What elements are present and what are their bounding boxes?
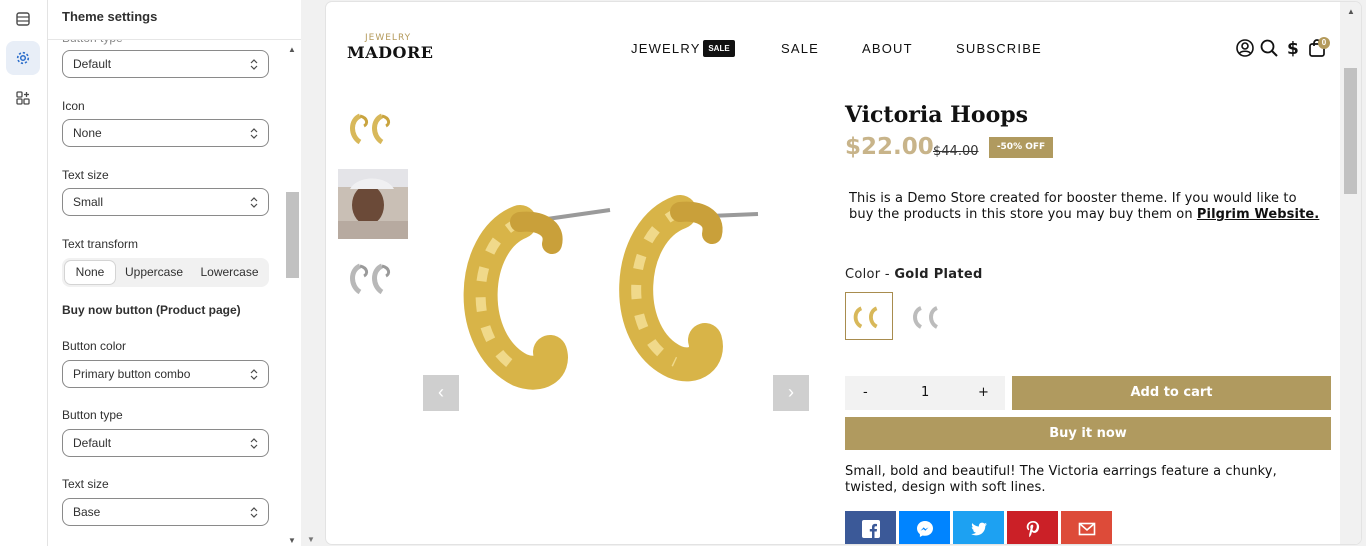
divider-gap: ▼	[301, 0, 326, 546]
select-value: Primary button combo	[73, 367, 191, 381]
panel-scrollbar[interactable]: ▲ ▼	[282, 40, 301, 546]
share-email-button[interactable]	[1061, 511, 1112, 544]
scroll-up-arrow-icon[interactable]: ▲	[288, 45, 296, 54]
messenger-icon	[916, 521, 933, 537]
pinterest-icon	[1026, 521, 1039, 538]
color-separator: -	[880, 267, 895, 282]
text-transform-lowercase[interactable]: Lowercase	[193, 261, 266, 284]
logo-subtitle: JEWELRY	[365, 33, 412, 43]
select-value: Base	[73, 505, 101, 519]
product-title: Victoria Hoops	[845, 102, 1029, 128]
text-transform-none[interactable]: None	[65, 261, 115, 284]
preview-scrollbar[interactable]: ▲	[1340, 2, 1361, 544]
selected-color-value: Gold Plated	[894, 267, 983, 282]
scroll-up-arrow-icon[interactable]: ▲	[1347, 7, 1355, 16]
sale-badge: SALE	[703, 40, 735, 57]
button-color-select[interactable]: Primary button combo	[62, 360, 269, 388]
nav-sale[interactable]: SALE	[781, 41, 819, 56]
add-to-cart-button[interactable]: Add to cart	[1012, 376, 1331, 410]
select-value: Small	[73, 195, 104, 209]
text-transform-uppercase[interactable]: Uppercase	[119, 261, 189, 284]
color-label-text: Color	[845, 267, 881, 282]
scroll-down-arrow-icon[interactable]: ▼	[288, 536, 296, 545]
panel-title: Theme settings	[62, 9, 158, 24]
store-logo[interactable]: MADORE	[347, 43, 433, 62]
text-size-select[interactable]: Small	[62, 188, 269, 216]
product-demo-description: This is a Demo Store created for booster…	[849, 191, 1324, 223]
color-option-label: Color - Gold Plated	[845, 267, 983, 282]
currency-icon[interactable]: $	[1283, 38, 1303, 58]
select-chevron-icon	[250, 197, 258, 208]
select-chevron-icon	[250, 128, 258, 139]
buy-now-text-size-select[interactable]: Base	[62, 498, 269, 526]
gear-icon	[16, 51, 30, 65]
button-type-select[interactable]: Default	[62, 50, 269, 78]
apps-icon	[16, 91, 30, 105]
nav-jewelry[interactable]: JEWELRY	[631, 41, 701, 56]
select-value: Default	[73, 436, 112, 450]
text-transform-segmented: None Uppercase Lowercase	[62, 258, 269, 287]
panel-header: Theme settings	[48, 0, 301, 40]
editor-rail	[0, 0, 48, 546]
scrollbar-thumb[interactable]	[286, 192, 299, 278]
icon-label: Icon	[62, 99, 85, 113]
text-transform-label: Text transform	[62, 237, 139, 251]
text-size-label: Text size	[62, 168, 109, 182]
product-long-description: Small, bold and beautiful! The Victoria …	[845, 464, 1277, 495]
gallery-next-button[interactable]: ›	[773, 375, 809, 411]
scroll-down-arrow-icon[interactable]: ▼	[307, 535, 315, 544]
apps-nav-button[interactable]	[6, 81, 40, 115]
share-facebook-button[interactable]	[845, 511, 896, 544]
quantity-input[interactable]: 1	[921, 385, 929, 400]
twitter-icon	[970, 522, 987, 536]
compare-at-price: $44.00	[933, 144, 979, 159]
text-size-label: Text size	[62, 477, 109, 491]
select-value: Default	[73, 57, 112, 71]
select-chevron-icon	[250, 438, 258, 449]
buy-now-button-type-select[interactable]: Default	[62, 429, 269, 457]
select-chevron-icon	[250, 507, 258, 518]
discount-badge: -50% OFF	[989, 137, 1053, 158]
quantity-decrease-button[interactable]: -	[863, 385, 868, 400]
product-thumbnail-silver[interactable]	[338, 244, 408, 314]
gallery-prev-button[interactable]: ‹	[423, 375, 459, 411]
product-thumbnail-gold[interactable]	[338, 94, 408, 164]
sections-nav-button[interactable]	[6, 2, 40, 36]
cart-count-badge: 0	[1318, 37, 1330, 49]
select-chevron-icon	[250, 59, 258, 70]
buy-now-section-heading: Buy now button (Product page)	[62, 303, 241, 317]
nav-about[interactable]: ABOUT	[862, 41, 913, 56]
product-price: $22.00	[845, 134, 934, 160]
theme-editor: Theme settings Button type Default Icon …	[0, 0, 1366, 546]
product-thumbnail-model[interactable]	[338, 169, 408, 239]
icon-select[interactable]: None	[62, 119, 269, 147]
search-icon[interactable]	[1259, 38, 1279, 58]
facebook-icon	[861, 520, 880, 538]
select-chevron-icon	[250, 369, 258, 380]
preview-scrollbar-thumb[interactable]	[1344, 68, 1357, 194]
svg-text:$: $	[1287, 39, 1299, 58]
quantity-increase-button[interactable]: +	[978, 385, 989, 400]
quantity-stepper: - 1 +	[845, 376, 1005, 410]
store-preview: JEWELRY MADORE JEWELRY SALE SALE ABOUT S…	[326, 2, 1361, 544]
share-twitter-button[interactable]	[953, 511, 1004, 544]
button-type-label: Button type	[62, 408, 123, 422]
account-icon[interactable]	[1235, 38, 1255, 58]
share-messenger-button[interactable]	[899, 511, 950, 544]
share-pinterest-button[interactable]	[1007, 511, 1058, 544]
swatch-silver[interactable]	[905, 292, 953, 340]
product-main-image[interactable]	[460, 192, 770, 392]
theme-settings-nav-button[interactable]	[6, 41, 40, 75]
pilgrim-website-link[interactable]: Pilgrim Website.	[1197, 207, 1319, 222]
buy-it-now-button[interactable]: Buy it now	[845, 417, 1331, 450]
theme-settings-panel: Theme settings Button type Default Icon …	[48, 0, 301, 546]
button-color-label: Button color	[62, 339, 127, 353]
email-icon	[1078, 522, 1095, 536]
nav-subscribe[interactable]: SUBSCRIBE	[956, 41, 1042, 56]
select-value: None	[73, 126, 102, 140]
sections-icon	[16, 12, 30, 26]
swatch-gold-plated[interactable]	[845, 292, 893, 340]
